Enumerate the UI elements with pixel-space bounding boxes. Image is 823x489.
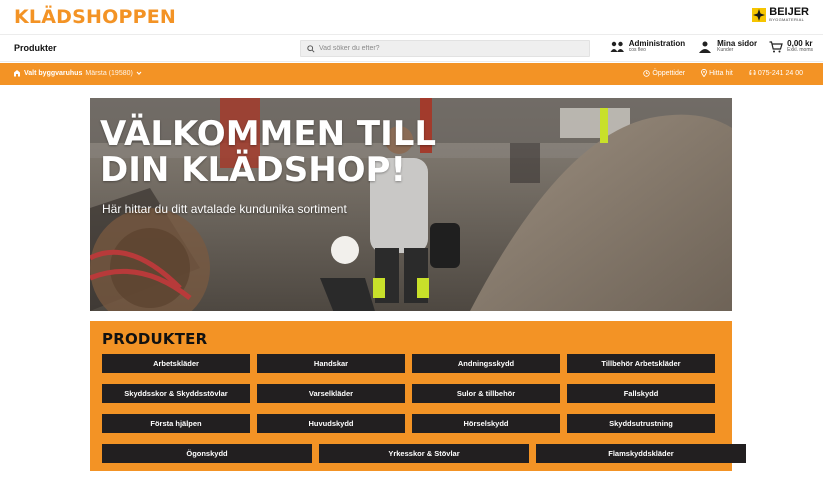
admin-icon: [610, 41, 624, 52]
hero-title: VÄLKOMMEN TILL DIN KLÄDSHOP!: [100, 114, 437, 190]
category-handskar-button[interactable]: Handskar: [257, 354, 405, 373]
category-huvudskydd-button[interactable]: Huvudskydd: [257, 414, 405, 433]
category-forsta-hjalpen-button[interactable]: Första hjälpen: [102, 414, 250, 433]
top-brand-bar: KLÄDSHOPPEN BEIJER BYGGMATERIAL: [0, 0, 823, 34]
admin-link[interactable]: Administration cos fleo: [610, 39, 685, 54]
products-title: PRODUKTER: [102, 330, 208, 348]
category-sulor-button[interactable]: Sulor & tillbehör: [412, 384, 560, 403]
category-horselskydd-button[interactable]: Hörselskydd: [412, 414, 560, 433]
category-skyddsskor-button[interactable]: Skyddsskor & Skyddsstövlar: [102, 384, 250, 403]
category-tillbehor-arbetsklader-button[interactable]: Tillbehör Arbetskläder: [567, 354, 715, 373]
partner-sub: BYGGMATERIAL: [769, 17, 805, 22]
cart-icon: [769, 41, 783, 53]
category-varselklader-button[interactable]: Varselkläder: [257, 384, 405, 403]
clock-icon: [643, 69, 651, 77]
products-section: PRODUKTER Arbetskläder Handskar Andnings…: [90, 321, 746, 471]
nav-actions: Administration cos fleo Mina sidor Kunde…: [610, 39, 813, 54]
find-us-link[interactable]: Hitta hit: [701, 69, 733, 77]
category-row-1: Arbetskläder Handskar Andningsskydd Till…: [102, 354, 715, 373]
category-fallskydd-button[interactable]: Fallskydd: [567, 384, 715, 403]
chevron-down-icon: [136, 71, 142, 76]
search-icon: [307, 44, 315, 53]
category-row-2: Skyddsskor & Skyddsstövlar Varselkläder …: [102, 384, 715, 403]
hero-banner[interactable]: VÄLKOMMEN TILL DIN KLÄDSHOP! Här hittar …: [90, 98, 732, 311]
category-yrkesskor-button[interactable]: Yrkesskor & Stövlar: [319, 444, 529, 463]
pin-icon: [701, 69, 708, 77]
cart-link[interactable]: 0,00 kr Exkl. moms: [769, 39, 813, 54]
beijer-star-icon: [752, 7, 767, 22]
category-ogonskydd-button[interactable]: Ögonskydd: [102, 444, 312, 463]
store-info-bar: Valt byggvaruhus Märsta (19580) Öppettid…: [0, 63, 823, 85]
store-icon: [14, 70, 20, 77]
search-input[interactable]: [319, 45, 579, 52]
search-box[interactable]: [300, 40, 590, 57]
user-icon: [699, 41, 712, 53]
hero-subtitle: Här hittar du ditt avtalade kundunika so…: [102, 202, 347, 216]
category-row-3: Första hjälpen Huvudskydd Hörselskydd Sk…: [102, 414, 715, 433]
nav-products-link[interactable]: Produkter: [14, 43, 57, 53]
opening-hours-link[interactable]: Öppettider: [643, 69, 685, 77]
my-pages-link[interactable]: Mina sidor Kunder: [697, 39, 757, 54]
category-row-4: Ögonskydd Yrkesskor & Stövlar Flamskydds…: [102, 444, 746, 463]
category-skyddsutrustning-button[interactable]: Skyddsutrustning: [567, 414, 715, 433]
main-navbar: Produkter Administration cos fleo Mina s…: [0, 34, 823, 62]
category-andningsskydd-button[interactable]: Andningsskydd: [412, 354, 560, 373]
category-flamskyddsklader-button[interactable]: Flamskyddskläder: [536, 444, 746, 463]
phone-icon: [749, 69, 756, 75]
phone-link[interactable]: 075-241 24 00: [749, 69, 803, 77]
partner-logo[interactable]: BEIJER BYGGMATERIAL: [752, 7, 809, 22]
category-arbetsklader-button[interactable]: Arbetskläder: [102, 354, 250, 373]
store-selector[interactable]: Valt byggvaruhus Märsta (19580): [13, 69, 142, 77]
site-logo[interactable]: KLÄDSHOPPEN: [14, 6, 176, 28]
